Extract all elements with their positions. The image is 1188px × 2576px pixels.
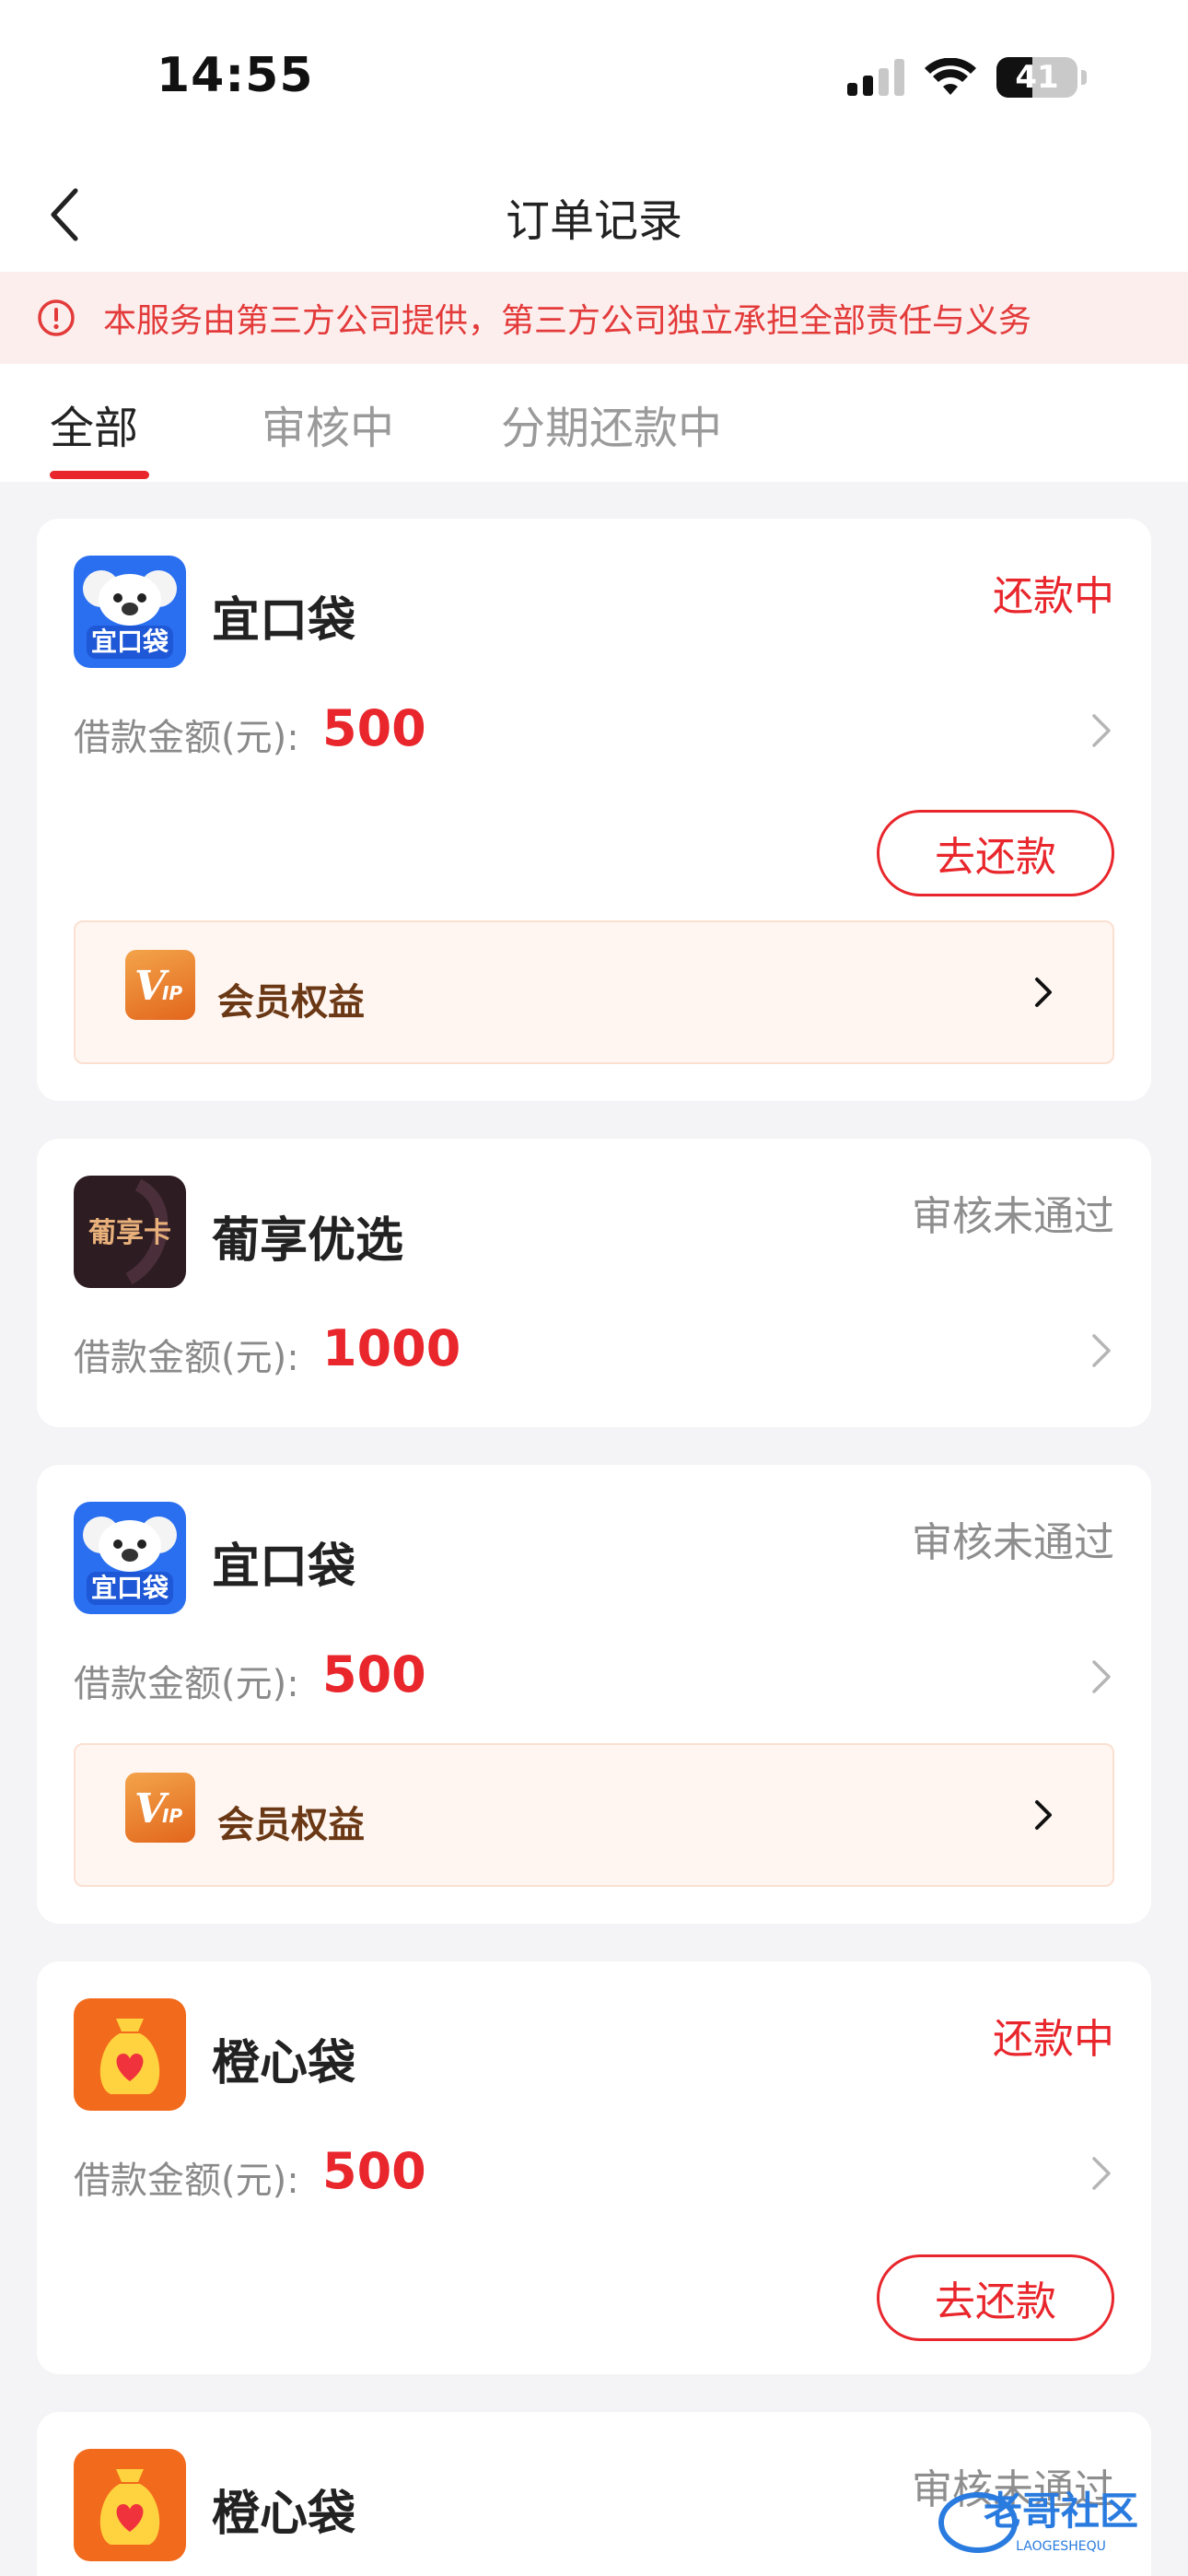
order-status: 还款中 <box>993 2016 1114 2063</box>
vip-benefits-label: 会员权益 <box>217 1804 365 1846</box>
tab-under-review[interactable]: 审核中 <box>262 392 394 456</box>
watermark-logo: 老哥社区 LAOGESHEQU <box>932 2467 1171 2569</box>
repay-button[interactable]: 去还款 <box>877 2254 1114 2341</box>
chevron-right-icon <box>1092 1334 1111 1367</box>
amount-value: 500 <box>322 1645 426 1704</box>
vip-benefits-row[interactable]: V IP 会员权益 <box>74 920 1114 1064</box>
order-card[interactable]: 葡享卡 葡享优选 审核未通过 借款金额(元): 1000 <box>37 1139 1151 1427</box>
icon-text: 葡享卡 <box>88 1217 171 1249</box>
battery-icon: 41 <box>996 57 1077 98</box>
watermark-text: 老哥社区 <box>984 2488 1138 2534</box>
amount-label: 借款金额(元): <box>74 1663 299 1705</box>
icon-text: 宜口袋 <box>91 1573 169 1603</box>
status-time: 14:55 <box>157 48 314 103</box>
grape-card-icon: 葡享卡 <box>74 1176 186 1288</box>
battery-level: 41 <box>1015 59 1059 96</box>
chevron-right-icon <box>1092 1660 1111 1693</box>
app-name: 橙心袋 <box>212 2487 356 2542</box>
order-card[interactable]: 宜口袋 宜口袋 审核未通过 借款金额(元): 500 V IP 会员权益 <box>37 1465 1151 1924</box>
money-bag-heart-icon <box>74 1998 186 2111</box>
status-bar: 14:55 41 <box>0 0 1188 157</box>
vip-icon: V IP <box>125 950 195 1020</box>
repay-button[interactable]: 去还款 <box>877 810 1114 896</box>
chevron-right-icon <box>1092 2157 1111 2190</box>
vip-benefits-row[interactable]: V IP 会员权益 <box>74 1743 1114 1887</box>
amount-label: 借款金额(元): <box>74 2160 299 2202</box>
vip-benefits-label: 会员权益 <box>217 981 365 1024</box>
app-name: 宜口袋 <box>212 1540 356 1595</box>
tab-all[interactable]: 全部 <box>50 392 138 456</box>
disclaimer-banner: 本服务由第三方公司提供，第三方公司独立承担全部责任与义务 <box>0 272 1188 364</box>
amount-value: 500 <box>322 2142 426 2200</box>
order-card[interactable]: 橙心袋 还款中 借款金额(元): 500 去还款 <box>37 1961 1151 2374</box>
disclaimer-text: 本服务由第三方公司提供，第三方公司独立承担全部责任与义务 <box>103 302 1032 340</box>
app-name: 葡享优选 <box>212 1213 404 1269</box>
order-status: 审核未通过 <box>912 1519 1114 1566</box>
svg-text:IP: IP <box>162 1805 182 1827</box>
active-tab-indicator <box>50 471 149 479</box>
order-card[interactable]: 宜口袋 宜口袋 还款中 借款金额(元): 500 去还款 V IP 会员权益 <box>37 519 1151 1101</box>
amount-value: 500 <box>322 699 426 757</box>
battery-cap <box>1081 70 1087 85</box>
app-name: 宜口袋 <box>212 593 356 649</box>
alert-circle-icon <box>38 299 75 336</box>
amount-value: 1000 <box>322 1319 461 1377</box>
status-indicators: 41 <box>847 57 1087 98</box>
svg-text:IP: IP <box>162 982 182 1004</box>
order-status: 还款中 <box>993 573 1114 620</box>
amount-label: 借款金额(元): <box>74 717 299 759</box>
wifi-icon <box>925 58 976 95</box>
koala-icon: 宜口袋 <box>74 1502 186 1614</box>
koala-icon: 宜口袋 <box>74 556 186 668</box>
nav-bar: 订单记录 <box>0 157 1188 272</box>
chevron-right-icon <box>1035 978 1052 1007</box>
page-title: 订单记录 <box>505 195 682 247</box>
chevron-right-icon <box>1092 714 1111 747</box>
tab-bar: 全部 审核中 分期还款中 <box>0 364 1188 482</box>
icon-text: 宜口袋 <box>91 626 169 657</box>
vip-icon: V IP <box>125 1773 195 1843</box>
watermark-subtext: LAOGESHEQU <box>1016 2539 1106 2554</box>
chevron-right-icon <box>1035 1800 1052 1830</box>
app-name: 橙心袋 <box>212 2036 356 2091</box>
amount-label: 借款金额(元): <box>74 1337 299 1379</box>
tab-installment-repaying[interactable]: 分期还款中 <box>501 392 722 456</box>
cellular-signal-icon <box>847 59 904 96</box>
order-status: 审核未通过 <box>912 1193 1114 1240</box>
money-bag-heart-icon <box>74 2449 186 2561</box>
